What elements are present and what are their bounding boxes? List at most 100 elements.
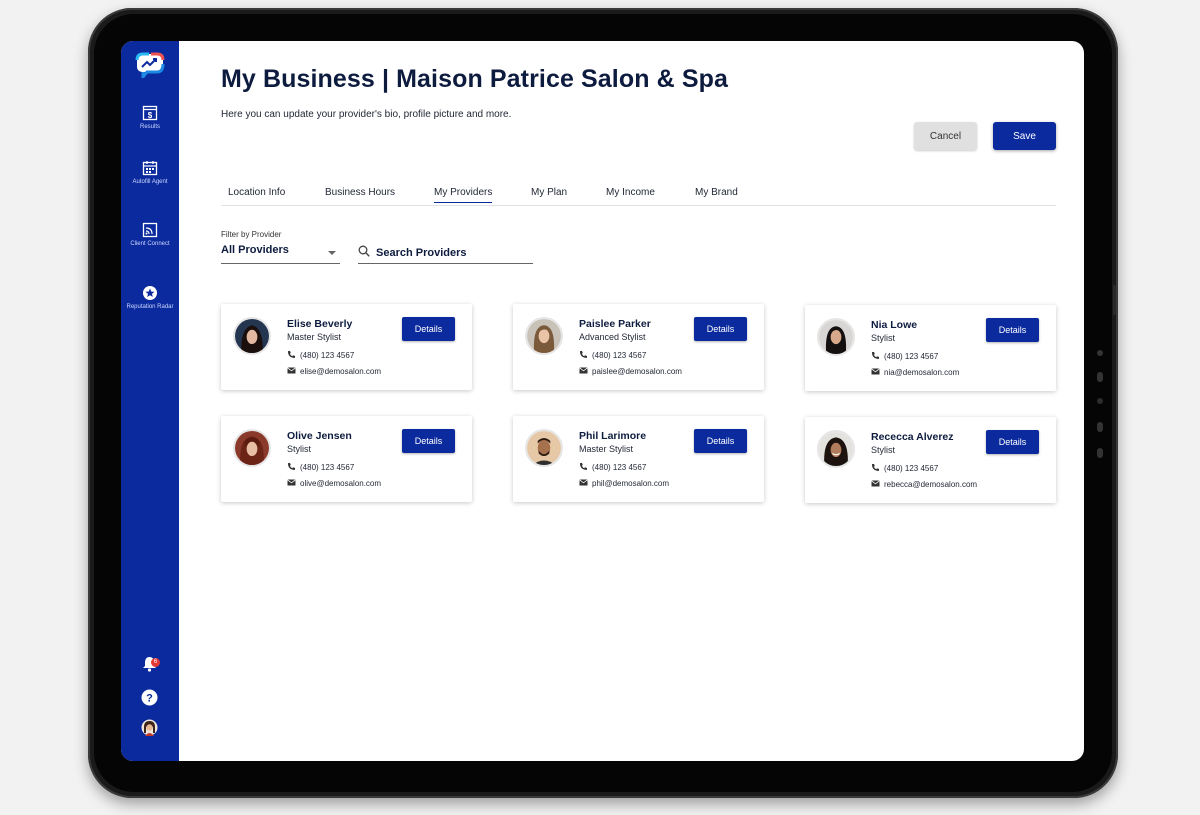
provider-phone-row: (480) 123 4567 [287, 350, 354, 360]
sidebar-item-label: Autofill Agent [132, 179, 168, 185]
calendar-icon [142, 161, 158, 176]
sidebar-item-label: Reputation Radar [126, 304, 174, 310]
provider-email-row: nia@demosalon.com [871, 367, 959, 377]
tab-my-income[interactable]: My Income [606, 187, 655, 202]
tab-my-brand[interactable]: My Brand [695, 187, 738, 202]
provider-role: Master Stylist [287, 332, 342, 342]
provider-role: Stylist [871, 333, 896, 343]
provider-avatar [817, 430, 855, 468]
dollar-report-icon: $ [142, 105, 158, 121]
email-icon [287, 367, 296, 374]
provider-name: Paislee Parker [579, 318, 651, 330]
provider-role: Stylist [871, 445, 896, 455]
sidebar-item-autofill-agent[interactable]: Autofill Agent [121, 160, 179, 186]
tablet-side-button [1113, 285, 1116, 315]
dropdown-caret-icon [328, 251, 336, 255]
email-icon [871, 480, 880, 487]
sidebar-item-label: Client Connect [130, 241, 170, 247]
sidebar-item-results[interactable]: $ Results [121, 105, 179, 131]
phone-icon [288, 351, 295, 358]
provider-phone: (480) 123 4567 [884, 464, 939, 473]
phone-icon [580, 351, 587, 358]
sidebar: $ Results Autofill Agent Client Connect … [121, 41, 179, 761]
provider-phone: (480) 123 4567 [300, 351, 355, 360]
provider-avatar [233, 429, 271, 467]
main-content: My Business | Maison Patrice Salon & Spa… [179, 41, 1084, 761]
tablet-side-button [1097, 350, 1103, 356]
provider-phone-row: (480) 123 4567 [871, 351, 938, 361]
provider-avatar [233, 317, 271, 355]
provider-name: Nia Lowe [871, 319, 918, 331]
help-icon[interactable]: ? [141, 689, 158, 706]
details-button[interactable]: Details [402, 429, 455, 453]
phone-icon [288, 463, 295, 470]
provider-avatar [817, 318, 855, 356]
details-button[interactable]: Details [694, 317, 747, 341]
provider-filter-value: All Providers [221, 244, 289, 256]
search-input[interactable] [376, 244, 531, 262]
provider-email: paislee@demosalon.com [592, 367, 682, 376]
sidebar-item-client-connect[interactable]: Client Connect [121, 222, 179, 248]
tablet-side-button [1097, 422, 1103, 432]
svg-text:?: ? [146, 693, 153, 705]
email-icon [287, 479, 296, 486]
cancel-button[interactable]: Cancel [914, 122, 977, 150]
provider-phone: (480) 123 4567 [592, 463, 647, 472]
provider-email-row: rebecca@demosalon.com [871, 479, 977, 489]
notification-badge: 6 [151, 658, 160, 667]
provider-email-row: elise@demosalon.com [287, 366, 381, 376]
email-icon [579, 479, 588, 486]
tab-my-providers[interactable]: My Providers [434, 187, 493, 203]
details-button[interactable]: Details [694, 429, 747, 453]
provider-avatar [525, 429, 563, 467]
provider-phone-row: (480) 123 4567 [871, 463, 938, 473]
email-icon [871, 368, 880, 375]
provider-card: Rececca Alverez Stylist (480) 123 4567 r… [805, 417, 1056, 503]
provider-name: Phil Larimore [579, 430, 647, 442]
provider-avatar [525, 317, 563, 355]
tab-my-plan[interactable]: My Plan [531, 187, 567, 202]
phone-icon [872, 464, 879, 471]
provider-phone-row: (480) 123 4567 [287, 462, 354, 472]
user-avatar[interactable] [141, 719, 158, 736]
save-button[interactable]: Save [993, 122, 1056, 150]
provider-card: Nia Lowe Stylist (480) 123 4567 nia@demo… [805, 305, 1056, 391]
provider-name: Rececca Alverez [871, 431, 954, 443]
provider-email: phil@demosalon.com [592, 479, 670, 488]
provider-email-row: paislee@demosalon.com [579, 366, 682, 376]
tab-location-info[interactable]: Location Info [228, 187, 285, 202]
provider-role: Advanced Stylist [579, 332, 646, 342]
sidebar-item-reputation-radar[interactable]: Reputation Radar [121, 285, 179, 311]
provider-phone: (480) 123 4567 [592, 351, 647, 360]
provider-role: Master Stylist [579, 444, 634, 454]
tab-bar: Location Info Business Hours My Provider… [221, 182, 1056, 206]
app-screen: $ Results Autofill Agent Client Connect … [121, 41, 1084, 761]
page-subtitle: Here you can update your provider's bio,… [221, 109, 512, 120]
provider-email: rebecca@demosalon.com [884, 480, 978, 489]
star-badge-icon [143, 286, 157, 300]
provider-email-row: olive@demosalon.com [287, 478, 381, 488]
search-field[interactable] [358, 244, 533, 264]
provider-card: Phil Larimore Master Stylist (480) 123 4… [513, 416, 764, 502]
tablet-side-button [1097, 448, 1103, 458]
provider-card: Olive Jensen Stylist (480) 123 4567 oliv… [221, 416, 472, 502]
tab-business-hours[interactable]: Business Hours [325, 187, 395, 202]
search-icon [358, 245, 370, 257]
details-button[interactable]: Details [402, 317, 455, 341]
sidebar-item-label: Results [139, 124, 160, 130]
provider-card: Elise Beverly Master Stylist (480) 123 4… [221, 304, 472, 390]
page-title: My Business | Maison Patrice Salon & Spa [221, 65, 728, 93]
provider-filter-select[interactable]: All Providers [221, 244, 340, 264]
details-button[interactable]: Details [986, 318, 1039, 342]
provider-phone: (480) 123 4567 [300, 463, 355, 472]
email-icon [579, 367, 588, 374]
provider-phone: (480) 123 4567 [884, 352, 939, 361]
provider-card: Paislee Parker Advanced Stylist (480) 12… [513, 304, 764, 390]
provider-phone-row: (480) 123 4567 [579, 350, 646, 360]
details-button[interactable]: Details [986, 430, 1039, 454]
app-logo-icon[interactable] [135, 52, 165, 78]
provider-name: Elise Beverly [287, 318, 353, 330]
provider-email: nia@demosalon.com [884, 368, 960, 377]
provider-role: Stylist [287, 444, 312, 454]
tablet-camera [1097, 398, 1103, 404]
